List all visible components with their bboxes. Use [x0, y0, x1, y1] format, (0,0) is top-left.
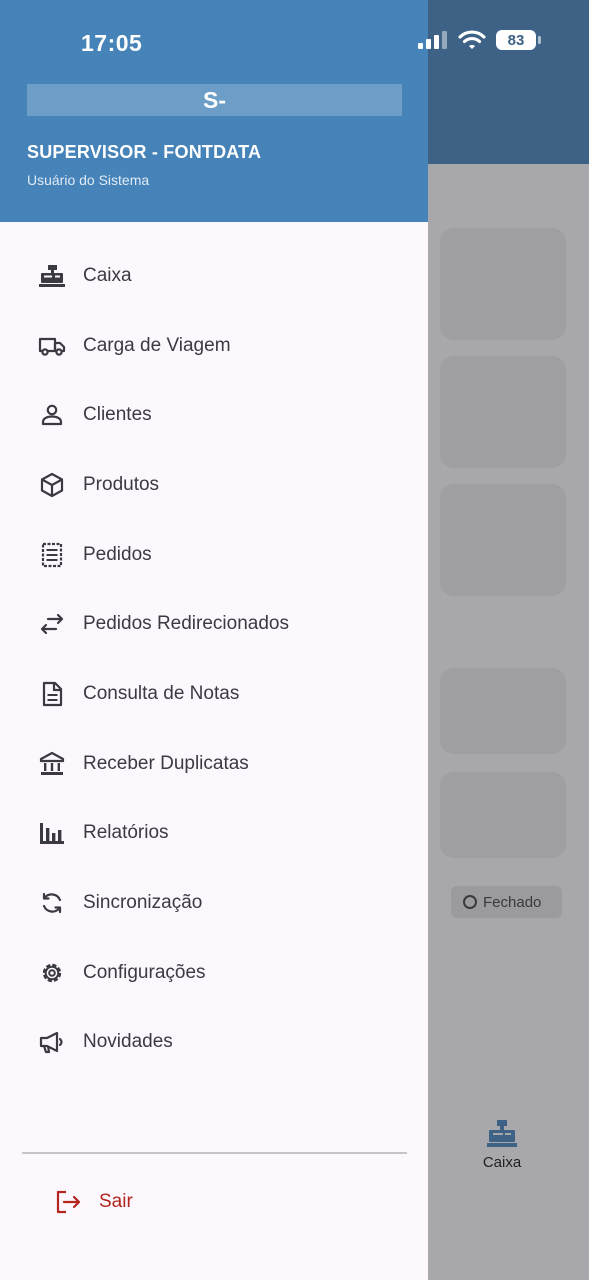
status-chip: Fechado [451, 886, 562, 918]
circle-icon [463, 895, 477, 909]
gear-icon [38, 959, 66, 987]
menu-item-label: Produtos [83, 473, 160, 495]
menu-item-consulta-de-notas[interactable]: Consulta de Notas [0, 659, 428, 729]
background-card [440, 484, 566, 596]
drawer-header: S- SUPERVISOR - FONTDATA Usuário do Sist… [0, 0, 428, 222]
menu-item-label: Receber Duplicatas [83, 752, 249, 774]
menu-item-label: Sincronização [83, 892, 203, 914]
menu-item-label: Caixa [83, 264, 132, 286]
menu-item-pedidos-redirecionados[interactable]: Pedidos Redirecionados [0, 589, 428, 659]
status-time: 17:05 [81, 30, 143, 56]
menu-item-label: Relatórios [83, 822, 169, 844]
menu-item-relatorios[interactable]: Relatórios [0, 799, 428, 869]
menu-item-configuracoes[interactable]: Configurações [0, 938, 428, 1008]
bank-icon [38, 750, 66, 778]
truck-icon [38, 332, 66, 360]
logout-button[interactable]: Sair [54, 1186, 133, 1218]
sync-icon [38, 889, 66, 917]
divider [22, 1152, 407, 1154]
menu-item-produtos[interactable]: Produtos [0, 450, 428, 520]
logout-icon [56, 1190, 81, 1214]
cellular-signal-icon [418, 31, 447, 49]
bar-chart-icon [38, 819, 66, 847]
document-icon [38, 680, 66, 708]
background-card [440, 772, 566, 858]
menu-item-carga-de-viagem[interactable]: Carga de Viagem [0, 311, 428, 381]
status-icons: 83 [418, 30, 541, 50]
drawer-menu: Caixa Carga de Viagem Clientes Produtos [0, 241, 428, 1077]
background-card [440, 356, 566, 468]
menu-item-novidades[interactable]: Novidades [0, 1008, 428, 1078]
status-chip-label: Fechado [483, 893, 542, 911]
battery-indicator: 83 [496, 30, 541, 50]
logout-label: Sair [99, 1191, 133, 1212]
receipt-icon [38, 541, 66, 569]
box-icon [38, 471, 66, 499]
cash-register-icon [38, 262, 66, 290]
tab-label: Caixa [482, 1154, 522, 1171]
menu-item-receber-duplicatas[interactable]: Receber Duplicatas [0, 729, 428, 799]
menu-item-label: Consulta de Notas [83, 682, 240, 704]
menu-item-label: Carga de Viagem [83, 334, 231, 356]
battery-level: 83 [507, 31, 525, 49]
swap-arrows-icon [38, 610, 66, 638]
navigation-drawer: S- SUPERVISOR - FONTDATA Usuário do Sist… [0, 0, 428, 1280]
background-card [440, 668, 566, 754]
menu-item-label: Clientes [83, 404, 152, 426]
wifi-icon [458, 30, 486, 49]
tab-caixa: Caixa [470, 1118, 534, 1171]
menu-item-label: Configurações [83, 961, 206, 983]
cash-register-icon [487, 1120, 517, 1147]
menu-item-label: Novidades [83, 1031, 173, 1053]
person-icon [38, 401, 66, 429]
user-role: Usuário do Sistema [27, 172, 150, 188]
menu-item-label: Pedidos Redirecionados [83, 613, 289, 635]
menu-item-clientes[interactable]: Clientes [0, 380, 428, 450]
menu-item-pedidos[interactable]: Pedidos [0, 520, 428, 590]
menu-item-label: Pedidos [83, 543, 152, 565]
background-card [440, 228, 566, 340]
menu-item-sincronizacao[interactable]: Sincronização [0, 868, 428, 938]
menu-item-caixa[interactable]: Caixa [0, 241, 428, 311]
megaphone-icon [38, 1028, 66, 1056]
user-initials: S- [27, 84, 402, 116]
user-name: SUPERVISOR - FONTDATA [27, 142, 262, 162]
